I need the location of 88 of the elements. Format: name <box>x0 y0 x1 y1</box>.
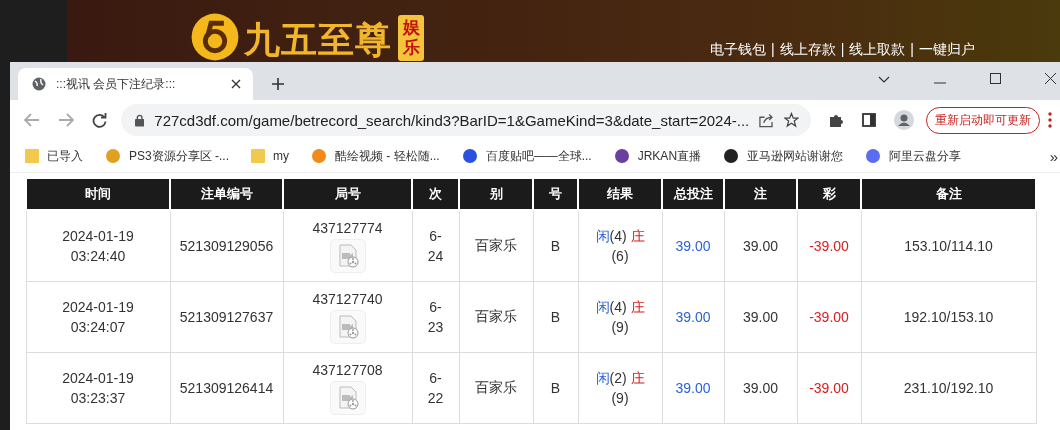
table-cell: 153.10/114.10 <box>861 210 1036 282</box>
column-header: 注单编号 <box>170 179 283 210</box>
table-cell: 521309127637 <box>170 281 283 353</box>
lock-icon <box>135 113 145 127</box>
sidebar-icon[interactable] <box>862 113 876 127</box>
table-cell: -39.00 <box>797 210 861 282</box>
table-cell: 百家乐 <box>459 281 533 353</box>
nav-link[interactable]: 一键归户 <box>918 40 975 58</box>
nav-link[interactable]: 电子钱包 <box>710 40 766 58</box>
bookmark[interactable]: my <box>251 148 289 164</box>
address-bar[interactable]: 727cd3df.com/game/betrecord_search/kind3?BarID=1&GameKind=3&date_start=2024-... <box>121 104 811 136</box>
logo-text: 九五至尊 <box>244 20 392 60</box>
table-cell: 2024-01-19 03:23:37 <box>26 352 170 424</box>
reload-icon[interactable] <box>92 112 107 128</box>
nav-separator: | <box>771 40 775 58</box>
bookmark[interactable]: PS3资源分享区 -... <box>105 147 229 165</box>
column-header: 次 <box>412 179 459 210</box>
table-cell: 39.00 <box>724 281 797 353</box>
table-cell: 39.00 <box>662 281 724 353</box>
table-cell: 6-24 <box>412 210 459 282</box>
bookmark[interactable]: 阿里云盘分享 <box>865 147 962 165</box>
column-header: 局号 <box>283 179 412 210</box>
folder-icon <box>251 148 265 164</box>
table-cell: 闲(4) 庄 (9) <box>578 281 662 353</box>
column-header: 时间 <box>26 179 170 210</box>
table-cell: 437127774 <box>312 219 383 237</box>
update-button[interactable]: 重新启动即可更新 <box>926 106 1040 134</box>
bookmarks-overflow[interactable]: » <box>1049 147 1058 165</box>
close-icon[interactable] <box>231 79 241 89</box>
table-cell: 百家乐 <box>459 352 533 424</box>
table-cell: 39.00 <box>724 210 797 282</box>
nav-separator: | <box>840 40 845 58</box>
column-header: 别 <box>459 179 533 210</box>
chevron-down-icon[interactable] <box>878 76 890 84</box>
maximize-icon[interactable] <box>990 73 1001 84</box>
column-header: 号 <box>533 179 578 210</box>
table-cell: 6-22 <box>412 352 459 424</box>
table-cell: 6-23 <box>412 281 459 353</box>
site-icon <box>461 148 478 164</box>
browser-tab[interactable]: :::视讯 会员下注纪录::: <box>18 68 253 100</box>
table-cell: 2024-01-19 03:24:07 <box>26 281 170 353</box>
share-icon[interactable] <box>759 112 775 128</box>
site-icon <box>865 148 882 164</box>
bookmark[interactable]: 亚马逊网站谢谢您 <box>723 147 844 165</box>
table-cell: 521309129056 <box>170 210 283 282</box>
column-header: 结果 <box>578 179 662 210</box>
table-cell: 百家乐 <box>459 210 533 282</box>
table-cell: B <box>533 281 578 353</box>
table-cell: 437127708 <box>312 361 383 379</box>
table-cell: 39.00 <box>724 352 797 424</box>
bookmark[interactable]: JRKAN直播 <box>613 147 702 165</box>
site-icon <box>613 148 630 164</box>
table-cell: 闲(4) 庄 (6) <box>578 210 662 282</box>
table-cell: -39.00 <box>797 352 861 424</box>
new-tab-icon[interactable] <box>271 77 285 91</box>
table-cell: 39.00 <box>662 352 724 424</box>
column-header: 备注 <box>861 179 1036 210</box>
table-cell: 闲(2) 庄 (9) <box>578 352 662 424</box>
folder-icon <box>25 148 39 164</box>
logo-badge: 娱乐 <box>398 15 424 61</box>
profile-icon[interactable] <box>894 110 914 130</box>
table-cell: 231.10/192.10 <box>861 352 1036 424</box>
site-icon <box>723 148 740 164</box>
table-cell: 2024-01-19 03:24:40 <box>26 210 170 282</box>
logo-icon <box>190 12 240 62</box>
table-cell: 437127740 <box>312 290 383 308</box>
bookmark[interactable]: 酷绘视频 - 轻松随... <box>311 147 440 165</box>
puzzle-icon[interactable] <box>829 112 844 128</box>
table-cell: 39.00 <box>662 210 724 282</box>
table-cell: 521309126414 <box>170 352 283 424</box>
table-cell: 192.10/153.10 <box>861 281 1036 353</box>
star-icon[interactable] <box>784 112 799 128</box>
close-icon[interactable] <box>1045 73 1056 84</box>
column-header: 彩 <box>797 179 861 210</box>
site-icon <box>311 148 327 164</box>
globe-icon <box>32 77 46 91</box>
bookmark[interactable]: 百度贴吧——全球... <box>461 147 592 165</box>
nav-link[interactable]: 线上取款 <box>849 40 906 58</box>
column-header: 注 <box>724 179 797 210</box>
nav-separator: | <box>910 40 914 58</box>
bookmark[interactable]: 已导入 <box>25 147 83 165</box>
column-header: 总投注 <box>662 179 724 210</box>
table-cell: B <box>533 210 578 282</box>
nav-link[interactable]: 线上存款 <box>779 40 836 58</box>
table-cell: -39.00 <box>797 281 861 353</box>
menu-icon[interactable] <box>1048 112 1052 128</box>
site-icon <box>105 148 121 164</box>
table-cell: B <box>533 352 578 424</box>
